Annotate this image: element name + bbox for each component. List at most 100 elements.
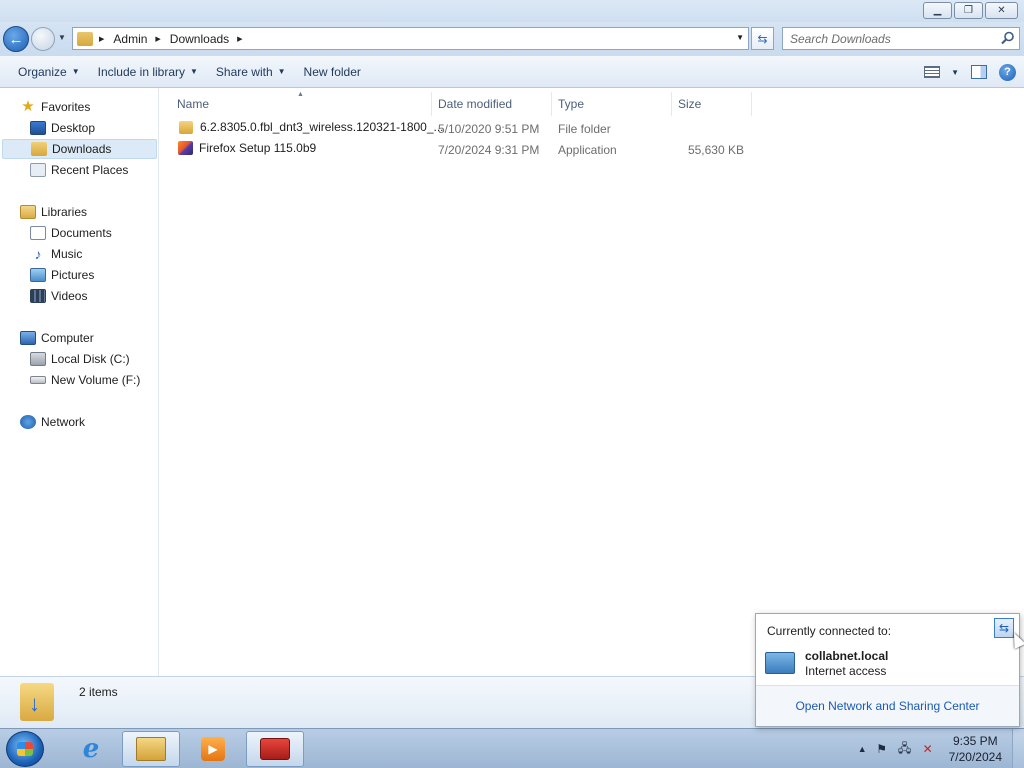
nav-desktop[interactable]: Desktop xyxy=(0,118,157,138)
help-icon[interactable]: ? xyxy=(999,63,1016,81)
nav-computer[interactable]: Computer xyxy=(0,328,157,348)
breadcrumb-admin[interactable]: Admin xyxy=(113,32,147,46)
nav-videos[interactable]: Videos xyxy=(0,286,157,306)
network-name[interactable]: collabnet.local xyxy=(805,649,888,663)
volume-muted-icon[interactable]: ✕ xyxy=(920,741,936,757)
windows-explorer-icon xyxy=(136,737,166,761)
clock-time: 9:35 PM xyxy=(952,734,998,748)
nav-label: Local Disk (C:) xyxy=(51,352,130,366)
nav-pictures[interactable]: Pictures xyxy=(0,265,157,285)
address-bar[interactable]: ▶ Admin ▶ Downloads ▶ ▼ xyxy=(72,27,749,50)
network-status: Internet access xyxy=(805,664,887,678)
search-input[interactable]: Search Downloads xyxy=(782,27,1020,50)
taskbar-media-player[interactable]: ▶ xyxy=(184,731,242,767)
minimize-button[interactable]: ▁ xyxy=(923,2,952,19)
new-folder-button[interactable]: New folder xyxy=(295,60,370,84)
include-in-library-button[interactable]: Include in library ▼ xyxy=(89,60,207,84)
breadcrumb-separator-icon[interactable]: ▶ xyxy=(99,35,104,43)
popup-footer: Open Network and Sharing Center xyxy=(756,685,1019,726)
internet-explorer-icon: e xyxy=(82,734,100,764)
chevron-down-icon: ▼ xyxy=(71,67,80,76)
nav-recent-places[interactable]: Recent Places xyxy=(0,160,157,180)
show-hidden-icons-icon[interactable]: ▲ xyxy=(858,744,867,754)
organize-label: Organize xyxy=(18,64,67,79)
network-sharing-center-link[interactable]: Open Network and Sharing Center xyxy=(795,699,979,713)
nav-label: Videos xyxy=(51,289,88,303)
nav-label: Computer xyxy=(41,331,94,345)
media-player-icon: ▶ xyxy=(201,737,225,761)
breadcrumb-separator-icon[interactable]: ▶ xyxy=(155,35,160,43)
nav-music[interactable]: ♪ Music xyxy=(0,244,157,264)
address-row: ← ▼ ▶ Admin ▶ Downloads ▶ ▼ ⇆ Search Dow… xyxy=(0,22,1024,56)
clock[interactable]: 9:35 PM 7/20/2024 xyxy=(949,733,1002,765)
close-button[interactable]: ✕ xyxy=(985,2,1018,19)
share-with-label: Share with xyxy=(215,64,273,79)
item-count: 2 items xyxy=(79,685,118,699)
close-icon: ✕ xyxy=(997,5,1006,16)
file-date: 7/20/2024 9:31 PM xyxy=(438,143,540,157)
taskbar-windows-explorer[interactable] xyxy=(122,731,180,767)
navigation-pane: ★ Favorites Desktop Downloads Recent Plac… xyxy=(0,88,159,676)
nav-downloads[interactable]: Downloads xyxy=(2,139,157,159)
column-label: Date modified xyxy=(438,97,513,111)
search-icon[interactable] xyxy=(1001,31,1015,45)
breadcrumb-separator-icon[interactable]: ▶ xyxy=(237,35,242,43)
column-header-name[interactable]: Name ▲ xyxy=(160,91,432,116)
breadcrumb-downloads[interactable]: Downloads xyxy=(170,32,229,46)
title-bar: ▁ ❐ ✕ xyxy=(0,0,1024,22)
nav-network[interactable]: Network xyxy=(0,412,157,432)
desktop-icon xyxy=(30,121,46,135)
address-dropdown-icon[interactable]: ▼ xyxy=(736,33,744,42)
star-icon: ★ xyxy=(21,98,35,115)
file-row[interactable]: 6.2.8305.0.fbl_dnt3_wireless.120321-1800… xyxy=(177,119,757,139)
restore-icon: ❐ xyxy=(964,5,973,16)
action-center-flag-icon[interactable]: ⚑ xyxy=(874,741,890,757)
clock-date: 7/20/2024 xyxy=(948,750,1002,764)
views-icon xyxy=(924,66,941,78)
sort-ascending-icon: ▲ xyxy=(297,91,304,98)
file-row[interactable]: Firefox Setup 115.0b9 7/20/2024 9:31 PM … xyxy=(177,140,757,160)
organize-button[interactable]: Organize ▼ xyxy=(9,60,89,84)
network-icon xyxy=(20,415,36,429)
back-button[interactable]: ← xyxy=(3,26,29,52)
column-header-size[interactable]: Size xyxy=(672,92,752,116)
change-view-button[interactable]: ▼ xyxy=(924,60,959,84)
nav-libraries[interactable]: Libraries xyxy=(0,202,157,222)
nav-label: Documents xyxy=(51,226,112,240)
new-folder-label: New folder xyxy=(303,64,361,79)
back-arrow-icon: ← xyxy=(8,30,24,48)
taskbar-internet-explorer[interactable]: e xyxy=(62,731,120,767)
nav-label: Pictures xyxy=(51,268,95,282)
computer-icon xyxy=(20,331,36,345)
file-name: 6.2.8305.0.fbl_dnt3_wireless.120321-1800… xyxy=(200,120,444,134)
system-tray: ▲ ⚑ 🖧 ✕ 9:35 PM 7/20/2024 xyxy=(858,729,1024,768)
refresh-icon: ⇆ xyxy=(998,621,1010,635)
show-desktop-button[interactable] xyxy=(1012,729,1024,768)
column-header-date[interactable]: Date modified xyxy=(432,92,552,116)
preview-pane-icon[interactable] xyxy=(971,65,987,79)
nav-local-disk[interactable]: Local Disk (C:) xyxy=(0,349,157,369)
column-label: Name xyxy=(177,97,210,111)
column-header-type[interactable]: Type xyxy=(552,92,672,116)
network-tray-icon[interactable]: 🖧 xyxy=(897,741,913,757)
nav-new-volume[interactable]: New Volume (F:) xyxy=(0,370,157,390)
file-date: 5/10/2020 9:51 PM xyxy=(438,122,540,136)
taskbar: e ▶ ▲ ⚑ 🖧 ✕ 9:35 PM 7/20/2024 xyxy=(0,728,1024,768)
downloads-folder-icon xyxy=(20,683,54,721)
chevron-down-icon: ▼ xyxy=(277,67,286,76)
toolbox-icon xyxy=(260,738,290,760)
share-with-button[interactable]: Share with ▼ xyxy=(207,60,295,84)
recent-pages-dropdown[interactable]: ▼ xyxy=(58,33,66,42)
restore-button[interactable]: ❐ xyxy=(954,2,983,19)
forward-button[interactable] xyxy=(31,27,55,51)
taskbar-toolbox-app[interactable] xyxy=(246,731,304,767)
nav-label: Music xyxy=(51,247,83,261)
refresh-button[interactable]: ⇆ xyxy=(751,27,774,50)
chevron-down-icon: ▼ xyxy=(951,67,959,77)
nav-label: Downloads xyxy=(52,142,112,156)
nav-favorites[interactable]: ★ Favorites xyxy=(0,97,157,117)
nav-documents[interactable]: Documents xyxy=(0,223,157,243)
start-button[interactable] xyxy=(6,731,44,767)
nav-label: Libraries xyxy=(41,205,88,219)
domain-network-icon xyxy=(765,652,795,674)
